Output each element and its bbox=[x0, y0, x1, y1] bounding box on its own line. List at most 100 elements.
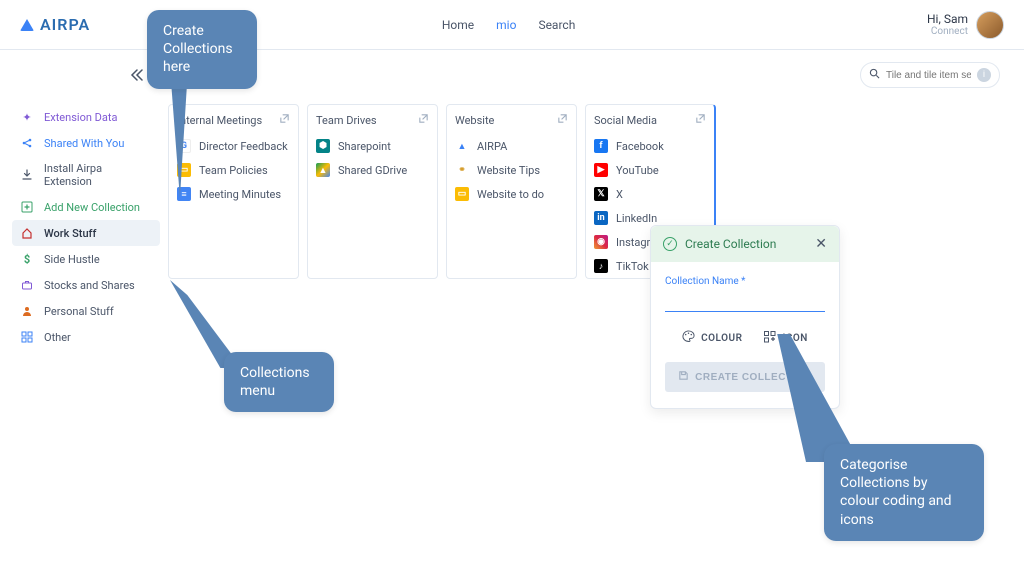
tile-item[interactable]: ▲Shared GDrive bbox=[308, 158, 437, 182]
dollar-icon: $ bbox=[20, 252, 34, 266]
tile-team-drives: Team Drives ⬢ Sharepoint ▲Shared GDrive bbox=[307, 104, 438, 279]
sidebar-item-add-collection[interactable]: Add New Collection bbox=[12, 194, 160, 220]
tile-item-label: LinkedIn bbox=[616, 212, 657, 225]
search-box[interactable]: i bbox=[860, 62, 1000, 88]
linkedin-icon: in bbox=[594, 211, 608, 225]
tile-item-label: Team Policies bbox=[199, 164, 268, 177]
close-icon[interactable]: ✕ bbox=[815, 236, 827, 252]
tile-item[interactable]: ⚭Website Tips bbox=[447, 158, 576, 182]
gdrive-icon: ▲ bbox=[316, 163, 330, 177]
callout-create-here: Create Collections here bbox=[147, 10, 257, 89]
tile-item[interactable]: ⬢ Sharepoint bbox=[308, 134, 437, 158]
palette-icon bbox=[682, 330, 695, 346]
open-icon[interactable] bbox=[557, 113, 568, 127]
sidebar-item-work-stuff[interactable]: Work Stuff bbox=[12, 220, 160, 246]
tile-item[interactable]: fFacebook bbox=[586, 134, 714, 158]
link-icon: ⚭ bbox=[455, 163, 469, 177]
apps-icon bbox=[764, 331, 776, 346]
collection-name-input[interactable] bbox=[665, 289, 825, 312]
tile-item-label: TikTok bbox=[616, 260, 649, 273]
sidebar-item-label: Personal Stuff bbox=[44, 305, 114, 318]
share-icon bbox=[20, 136, 34, 150]
user-greeting: Hi, Sam bbox=[927, 12, 968, 26]
tile-item-label: Director Feedback bbox=[199, 140, 288, 153]
brand-logo[interactable]: AIRPA bbox=[20, 15, 90, 34]
sidebar-item-personal[interactable]: Personal Stuff bbox=[12, 298, 160, 324]
tile-title: Team Drives bbox=[316, 114, 377, 127]
tile-item[interactable]: ≡ Meeting Minutes bbox=[169, 182, 298, 206]
brand-text: AIRPA bbox=[40, 15, 90, 34]
tile-item-label: X bbox=[616, 188, 623, 201]
user-sub: Connect bbox=[931, 26, 968, 37]
open-icon[interactable] bbox=[418, 113, 429, 127]
tiles-container: Internal Meetings GDirector Feedback ▭Te… bbox=[168, 104, 716, 279]
tile-item[interactable]: ▲ AIRPA bbox=[447, 134, 576, 158]
colour-label: COLOUR bbox=[701, 333, 742, 344]
tile-item-label: Facebook bbox=[616, 140, 664, 153]
check-circle-icon: ✓ bbox=[663, 237, 677, 251]
sidebar-item-shared[interactable]: Shared With You bbox=[12, 130, 160, 156]
nav-mio[interactable]: mio bbox=[496, 18, 516, 32]
panel-options: COLOUR ICON bbox=[665, 330, 825, 346]
sidebar-item-extension-data[interactable]: ✦ Extension Data bbox=[12, 104, 160, 130]
colour-option[interactable]: COLOUR bbox=[682, 330, 742, 346]
sidebar-item-label: Stocks and Shares bbox=[44, 279, 135, 292]
tile-header: Website bbox=[447, 105, 576, 134]
sidebar-item-other[interactable]: Other bbox=[12, 324, 160, 350]
tile-item[interactable]: 𝕏X bbox=[586, 182, 714, 206]
tile-header: Internal Meetings bbox=[169, 105, 298, 134]
tile-item-label: Website to do bbox=[477, 188, 544, 201]
info-icon[interactable]: i bbox=[977, 68, 991, 82]
sidebar-item-label: Add New Collection bbox=[44, 201, 140, 214]
tile-item[interactable]: GDirector Feedback bbox=[169, 134, 298, 158]
download-icon bbox=[20, 168, 34, 182]
avatar[interactable] bbox=[976, 11, 1004, 39]
youtube-icon: ▶ bbox=[594, 163, 608, 177]
sidebar-item-label: Extension Data bbox=[44, 111, 117, 124]
collapse-sidebar-icon[interactable] bbox=[130, 69, 144, 81]
tile-item[interactable]: ▶ YouTube bbox=[586, 158, 714, 182]
plus-box-icon bbox=[20, 200, 34, 214]
tile-item[interactable]: ▭Website to do bbox=[447, 182, 576, 206]
home-icon bbox=[20, 226, 34, 240]
tile-item-label: YouTube bbox=[616, 164, 659, 177]
tile-item-label: AIRPA bbox=[477, 140, 507, 153]
field-label: Collection Name * bbox=[665, 276, 825, 287]
sidebar-item-label: Work Stuff bbox=[44, 227, 96, 240]
callout-collections-menu: Collections menu bbox=[224, 352, 334, 412]
tile-header: Team Drives bbox=[308, 105, 437, 134]
tiktok-icon: ♪ bbox=[594, 259, 608, 273]
airpa-icon: ▲ bbox=[455, 139, 469, 153]
sidebar-item-label: Side Hustle bbox=[44, 253, 100, 266]
user-box[interactable]: Hi, Sam Connect bbox=[927, 12, 968, 37]
open-icon[interactable] bbox=[279, 113, 290, 127]
tile-item-label: Sharepoint bbox=[338, 140, 391, 153]
panel-header: ✓ Create Collection ✕ bbox=[651, 226, 839, 262]
tile-internal-meetings: Internal Meetings GDirector Feedback ▭Te… bbox=[168, 104, 299, 279]
x-icon: 𝕏 bbox=[594, 187, 608, 201]
puzzle-icon: ✦ bbox=[20, 110, 34, 124]
sidebar-item-label: Shared With You bbox=[44, 137, 124, 150]
logo-mark-icon bbox=[20, 19, 34, 31]
instagram-icon: ◉ bbox=[594, 235, 608, 249]
doc-icon: ≡ bbox=[177, 187, 191, 201]
top-nav: Home mio Search bbox=[442, 18, 575, 32]
person-icon bbox=[20, 304, 34, 318]
search-input[interactable] bbox=[886, 70, 971, 81]
tile-website: Website ▲ AIRPA ⚭Website Tips ▭Website to… bbox=[446, 104, 577, 279]
sidebar-item-side-hustle[interactable]: $ Side Hustle bbox=[12, 246, 160, 272]
sidebar-item-stocks[interactable]: Stocks and Shares bbox=[12, 272, 160, 298]
tile-title: Social Media bbox=[594, 114, 657, 127]
sidebar-item-install[interactable]: Install Airpa Extension bbox=[12, 156, 160, 194]
sidebar-item-label: Install Airpa Extension bbox=[44, 162, 152, 188]
tile-item-label: Meeting Minutes bbox=[199, 188, 281, 201]
sidebar-item-label: Other bbox=[44, 331, 71, 344]
briefcase-icon bbox=[20, 278, 34, 292]
nav-search[interactable]: Search bbox=[538, 18, 575, 32]
tile-title: Internal Meetings bbox=[177, 114, 262, 127]
nav-home[interactable]: Home bbox=[442, 18, 474, 32]
sharepoint-icon: ⬢ bbox=[316, 139, 330, 153]
open-icon[interactable] bbox=[695, 113, 706, 127]
sidebar: ✦ Extension Data Shared With You Install… bbox=[12, 104, 160, 350]
tile-item[interactable]: ▭Team Policies bbox=[169, 158, 298, 182]
